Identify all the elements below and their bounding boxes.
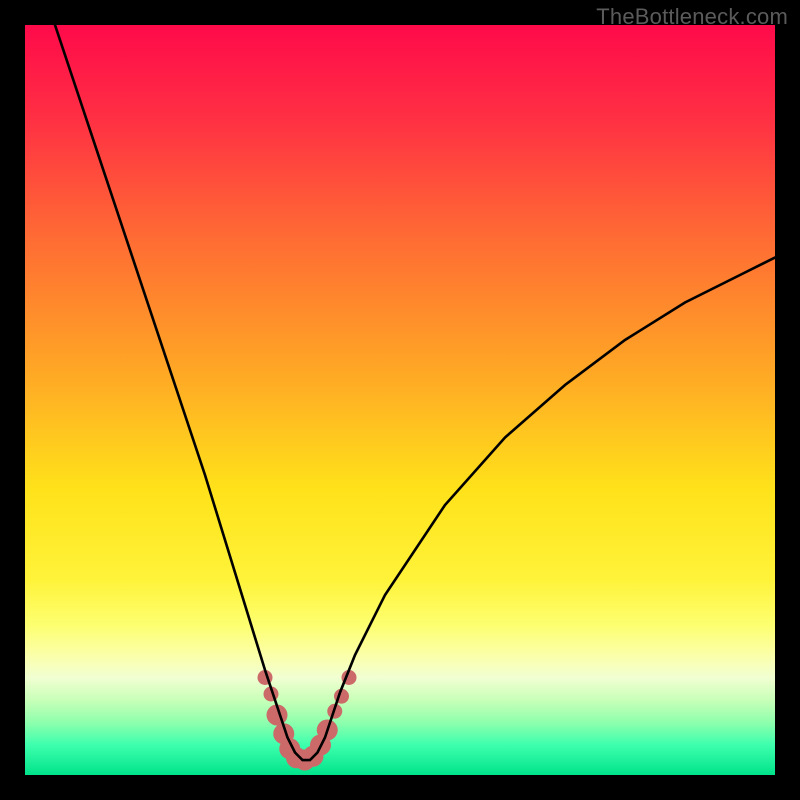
bottleneck-chart [25,25,775,775]
watermark-text: TheBottleneck.com [596,4,788,30]
plot-area [25,25,775,775]
chart-frame: TheBottleneck.com [0,0,800,800]
gradient-background [25,25,775,775]
